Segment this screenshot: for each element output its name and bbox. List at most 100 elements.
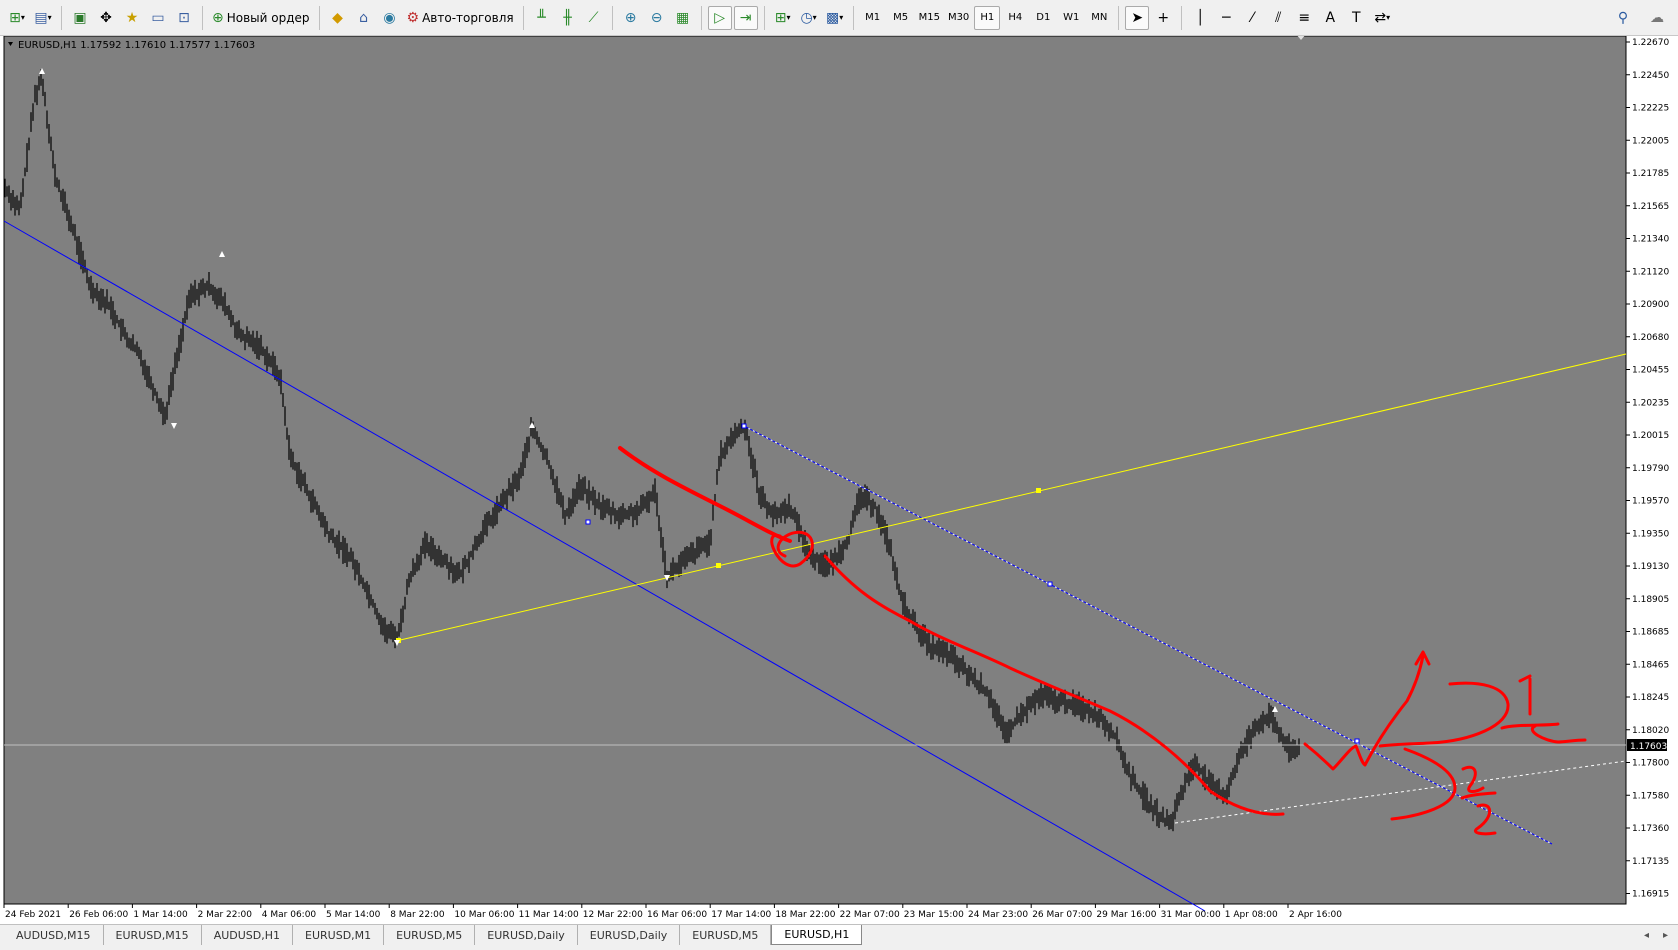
autotrade-button[interactable]: ⚙ Авто-торговля [404, 6, 517, 30]
timeframe-w1-button[interactable]: W1 [1058, 6, 1084, 30]
price-tick-label: 1.18465 [1632, 660, 1669, 670]
periods-button[interactable]: ◷ ▾ [797, 6, 821, 30]
channel-anchor[interactable] [741, 423, 747, 429]
trendline-anchor[interactable] [1036, 488, 1041, 493]
market-watch-icon: ▣ [73, 9, 87, 26]
timeframe-d1-button[interactable]: D1 [1030, 6, 1056, 30]
bar-chart-button[interactable]: ╨ [530, 6, 554, 30]
time-tick-label: 1 Apr 08:00 [1225, 910, 1278, 920]
time-tick-label: 24 Feb 2021 [5, 910, 61, 920]
chart-tab[interactable]: AUDUSD,H1 [202, 925, 294, 945]
indicators-button[interactable]: ⊞ ▾ [771, 6, 795, 30]
terminal-button[interactable]: ▭ [146, 6, 170, 30]
chevron-down-icon: ▾ [812, 13, 817, 22]
bar-chart-icon: ╨ [537, 9, 546, 26]
crosshair-button[interactable]: + [1151, 6, 1175, 30]
toolbar-separator [318, 5, 320, 30]
candlestick-button[interactable]: ╫ [556, 6, 580, 30]
autoscroll-icon: ▷ [714, 9, 725, 26]
timeframe-mn-button[interactable]: MN [1086, 6, 1112, 30]
price-tick-label: 1.17135 [1632, 857, 1669, 867]
text-label-button[interactable]: T [1344, 6, 1368, 30]
line-chart-button[interactable]: ⟋ [582, 6, 606, 30]
time-tick-label: 23 Mar 15:00 [904, 910, 964, 920]
chart-tab[interactable]: EURUSD,M5 [384, 925, 476, 945]
crosshair-icon: + [1157, 9, 1170, 26]
chart-tab[interactable]: EURUSD,M15 [104, 925, 202, 945]
indicators-icon: ⊞ [774, 9, 787, 26]
arrows-button[interactable]: ⇄ ▾ [1370, 6, 1394, 30]
trendline-button[interactable]: ⁄ [1240, 6, 1264, 30]
time-tick-label: 1 Mar 14:00 [133, 910, 188, 920]
search-button[interactable]: ⚲ [1611, 6, 1635, 30]
new-chart-button[interactable]: ⊞ ▾ [5, 6, 29, 30]
channel-anchor[interactable] [1354, 738, 1360, 744]
chart-tab[interactable]: EURUSD,M1 [293, 925, 385, 945]
toolbar-separator [522, 5, 524, 30]
channel-anchor[interactable] [1047, 581, 1053, 587]
timeframe-m15-button[interactable]: M15 [916, 6, 943, 30]
time-tick-label: 18 Mar 22:00 [775, 910, 835, 920]
templates-button[interactable]: ▩ ▾ [823, 6, 847, 30]
chart-window[interactable]: EURUSD,H1 1.17592 1.17610 1.17577 1.1760… [0, 34, 1678, 924]
zoom-in-icon: ⊕ [624, 9, 637, 26]
toolbar-separator [1118, 5, 1120, 30]
tabs-list: AUDUSD,M15 EURUSD,M15 AUDUSD,H1 EURUSD,M1 EU… [4, 925, 863, 945]
time-tick-label: 2 Mar 22:00 [198, 910, 253, 920]
fibonacci-button[interactable]: ≡ [1292, 6, 1316, 30]
timeframe-m1-button[interactable]: M1 [860, 6, 886, 30]
price-tick-label: 1.18685 [1632, 628, 1669, 638]
price-tick-label: 1.21565 [1632, 202, 1669, 212]
autoscroll-button[interactable]: ▷ [707, 5, 732, 30]
timeframe-h4-button[interactable]: H4 [1002, 6, 1028, 30]
zoom-in-button[interactable]: ⊕ [619, 6, 643, 30]
market-button[interactable]: ◉ [378, 6, 402, 30]
price-tick-label: 1.19790 [1632, 464, 1669, 474]
data-window-button[interactable]: ✥ [94, 6, 118, 30]
price-tick-label: 1.18020 [1632, 726, 1669, 736]
zoom-out-button[interactable]: ⊖ [645, 6, 669, 30]
price-tick-label: 1.17360 [1632, 824, 1669, 834]
navigator-button[interactable]: ★ [120, 6, 144, 30]
chart-tab[interactable]: AUDUSD,M15 [4, 925, 104, 945]
zoom-out-icon: ⊖ [650, 9, 663, 26]
trading-signals-button[interactable]: ⌂ [352, 6, 376, 30]
cursor-button[interactable]: ➤ [1125, 5, 1150, 30]
autotrade-icon: ⚙ [406, 9, 420, 26]
new-order-button[interactable]: ⊕ Новый ордер [209, 6, 313, 30]
tile-windows-button[interactable]: ▦ [671, 6, 695, 30]
price-tick-label: 1.18245 [1632, 693, 1669, 703]
line-chart-icon: ⟋ [588, 9, 599, 26]
signals-icon: ⌂ [359, 9, 368, 26]
text-button[interactable]: A [1318, 6, 1342, 30]
chart-tab[interactable]: EURUSD,Daily [578, 925, 681, 945]
chart-shift-button[interactable]: ⇥ [733, 5, 758, 30]
chart-tab[interactable]: EURUSD,H1 [771, 925, 863, 945]
scroll-right-icon[interactable]: ▸ [1663, 930, 1668, 941]
market-watch-button[interactable]: ▣ [68, 6, 92, 30]
timeframe-m5-button[interactable]: M5 [888, 6, 914, 30]
chart-tab[interactable]: EURUSD,M5 [680, 925, 772, 945]
timeframe-h1-button[interactable]: H1 [974, 5, 1001, 30]
price-chart[interactable]: EURUSD,H1 1.17592 1.17610 1.17577 1.1760… [0, 34, 1678, 924]
price-tick-label: 1.20235 [1632, 398, 1669, 408]
price-tick-label: 1.19130 [1632, 562, 1669, 572]
timeframe-m30-button[interactable]: M30 [945, 6, 972, 30]
price-tick-label: 1.21785 [1632, 169, 1669, 179]
horizontal-line-button[interactable]: ─ [1214, 6, 1238, 30]
chat-button[interactable]: ☁ [1645, 6, 1669, 30]
metaeditor-button[interactable]: ◆ [326, 6, 350, 30]
price-tick-label: 1.18905 [1632, 595, 1669, 605]
trendline-anchor[interactable] [716, 563, 721, 568]
vertical-line-button[interactable]: │ [1188, 6, 1212, 30]
chart-tab[interactable]: EURUSD,Daily [475, 925, 578, 945]
star-folder-icon: ★ [125, 9, 139, 26]
channel-anchor[interactable] [585, 519, 591, 525]
tester-icon: ⊡ [178, 9, 190, 26]
scroll-left-icon[interactable]: ◂ [1644, 930, 1649, 941]
profiles-button[interactable]: ▤ ▾ [31, 6, 55, 30]
strategy-tester-button[interactable]: ⊡ [172, 6, 196, 30]
price-tick-label: 1.21120 [1632, 267, 1669, 277]
equidistant-channel-button[interactable]: ⫽ [1266, 6, 1290, 30]
price-tick-label: 1.20455 [1632, 366, 1669, 376]
